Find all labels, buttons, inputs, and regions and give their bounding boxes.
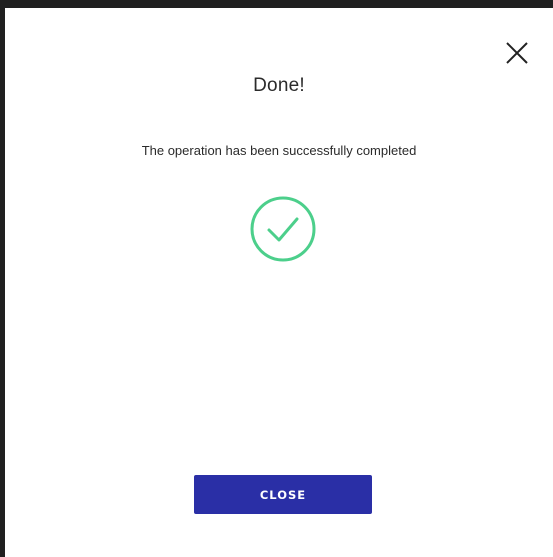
close-icon[interactable] xyxy=(503,39,531,67)
success-dialog: Done! The operation has been successfull… xyxy=(5,8,553,557)
dialog-title: Done! xyxy=(253,75,305,96)
close-button[interactable]: CLOSE xyxy=(194,475,372,514)
dialog-message: The operation has been successfully comp… xyxy=(141,143,417,158)
check-circle-icon xyxy=(249,195,317,263)
